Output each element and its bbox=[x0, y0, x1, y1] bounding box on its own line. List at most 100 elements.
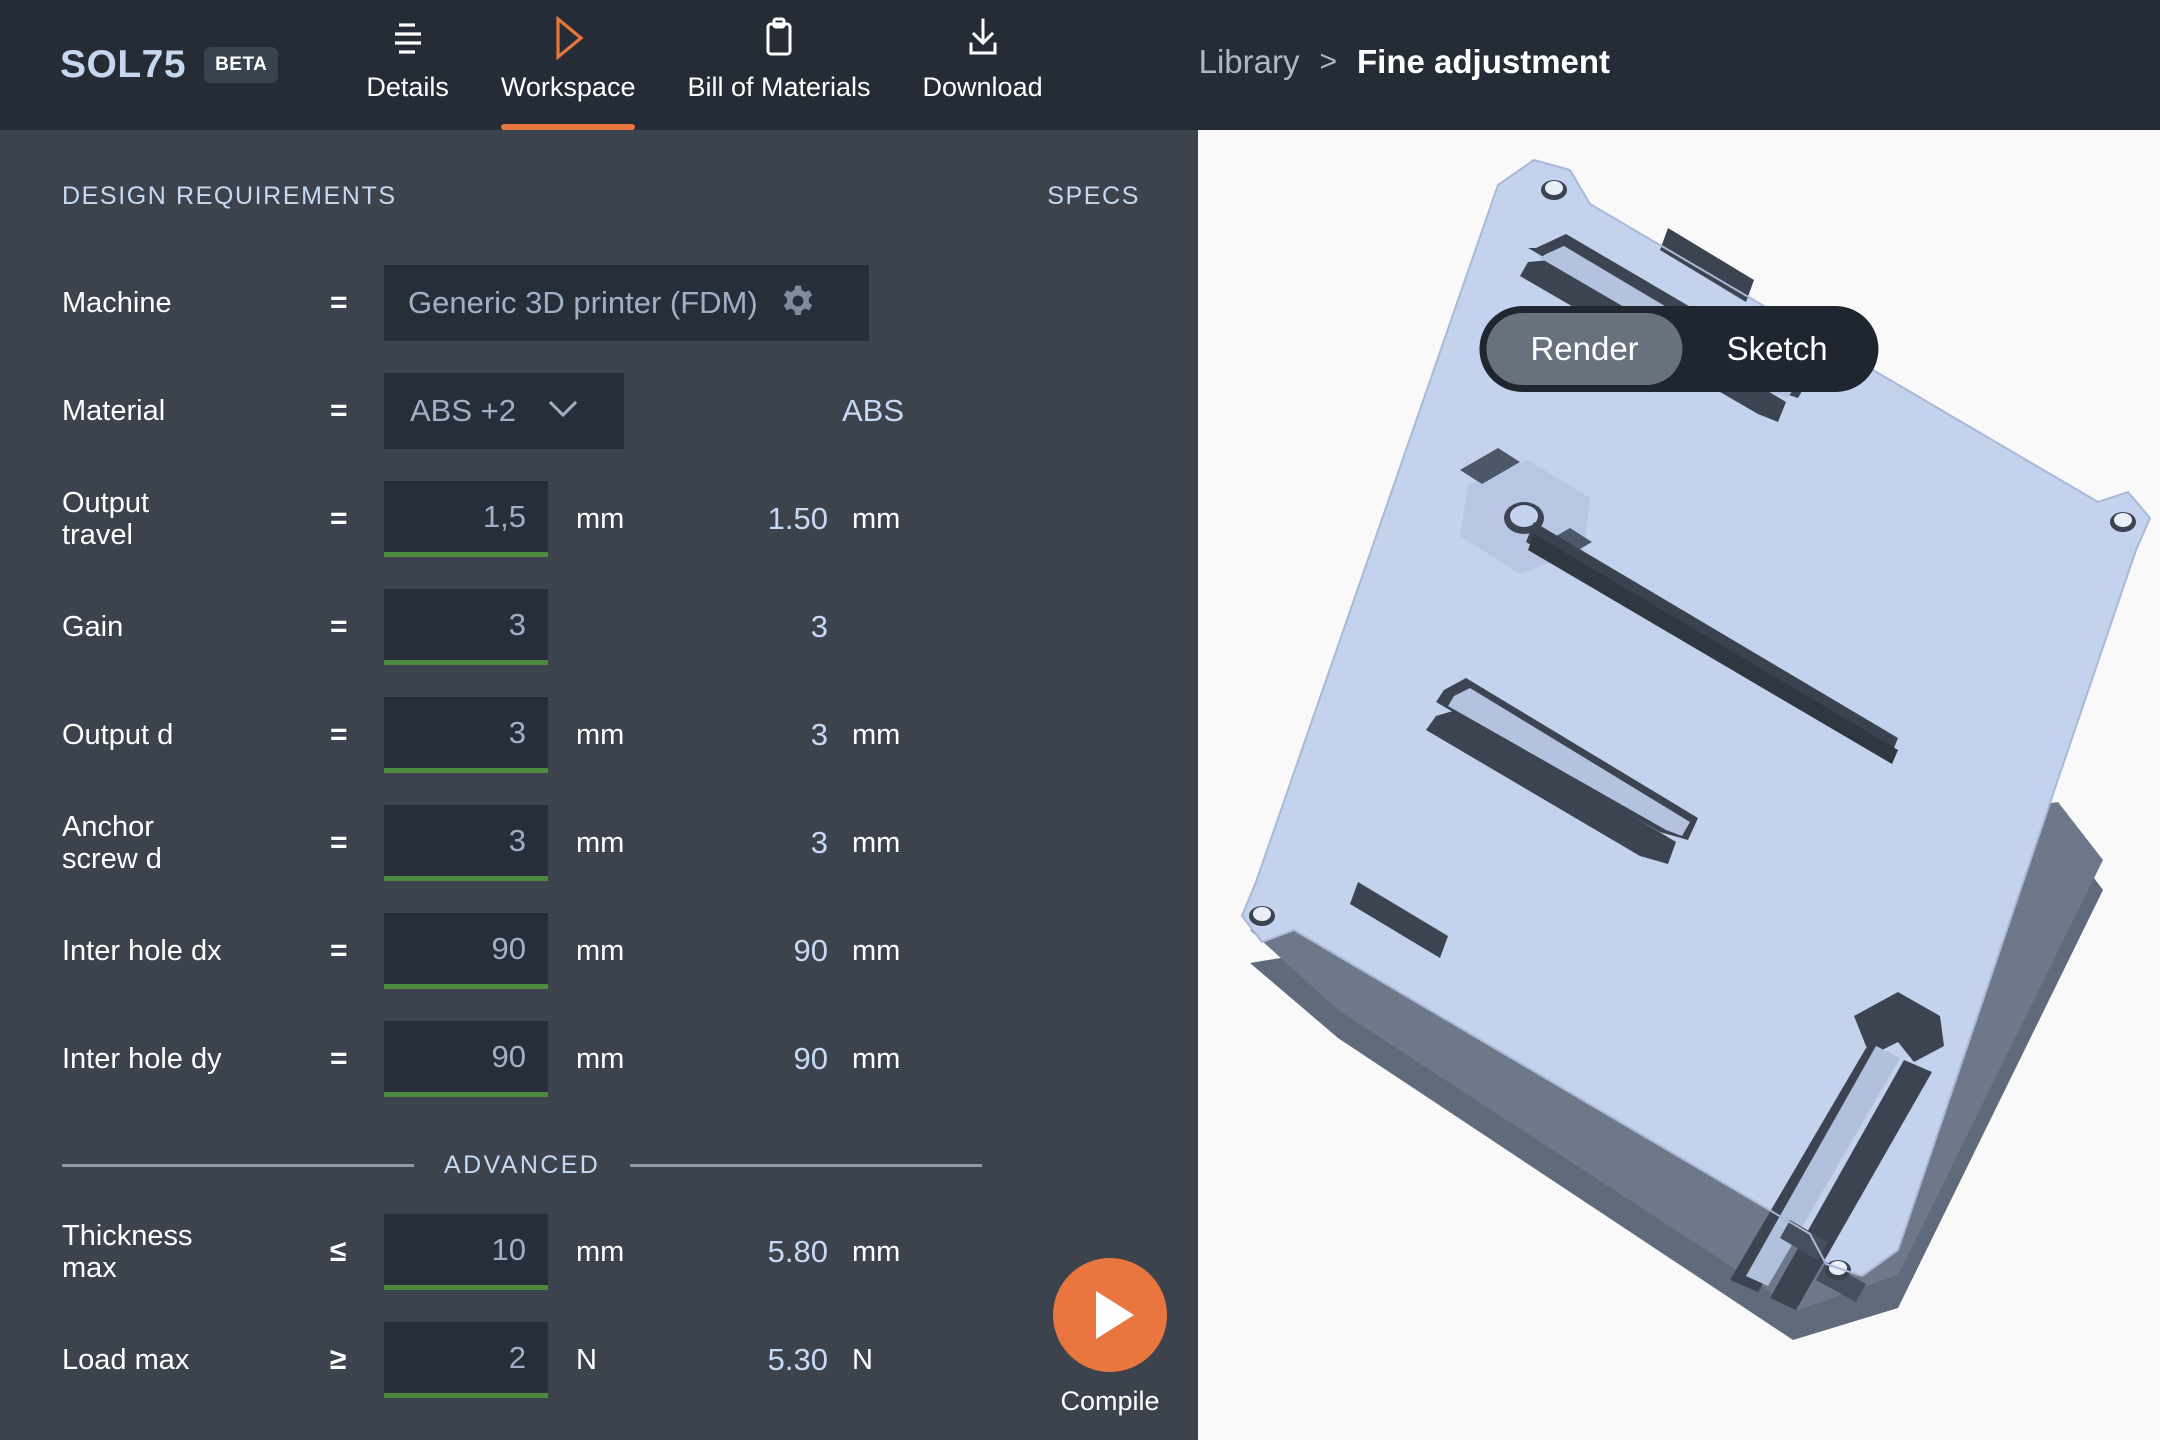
nav-item-bill-of-materials[interactable]: Bill of Materials bbox=[661, 0, 896, 130]
input-gain[interactable]: 3 bbox=[384, 589, 548, 665]
toggle-option-render[interactable]: Render bbox=[1486, 313, 1683, 385]
brand[interactable]: SOL75 BETA bbox=[60, 43, 279, 87]
nav-label-bill-of-materials: Bill of Materials bbox=[687, 72, 871, 102]
value-gain: 3 bbox=[508, 606, 526, 642]
advanced-section-divider: ADVANCED bbox=[0, 1113, 1198, 1198]
row-inter-hole-dx: Inter hole dx = 90 mm 90 mm bbox=[62, 897, 1198, 1005]
play-triangle bbox=[1095, 1291, 1134, 1339]
download-icon bbox=[963, 16, 1003, 60]
nav-label-details: Details bbox=[366, 72, 449, 102]
value-output-d: 3 bbox=[508, 714, 526, 750]
label-output-travel: Output travel bbox=[62, 486, 150, 551]
operator-material: = bbox=[330, 394, 348, 427]
spec-unit-thickness-max: mm bbox=[852, 1235, 901, 1268]
unit-output-travel: mm bbox=[576, 502, 625, 535]
row-output-d: Output d = 3 mm 3 mm bbox=[62, 681, 1198, 789]
row-inter-hole-dy: Inter hole dy = 90 mm 90 mm bbox=[62, 1005, 1198, 1113]
nav-item-download[interactable]: Download bbox=[897, 0, 1069, 130]
value-inter-hole-dy: 90 bbox=[491, 1038, 526, 1074]
panel-column-headers: DESIGN REQUIREMENTS SPECS bbox=[0, 130, 1198, 211]
main-nav: Details Workspace Bill of Materials Down… bbox=[340, 0, 1068, 130]
breadcrumb: Library > Fine adjustment bbox=[1199, 43, 1610, 87]
spec-unit-inter-hole-dx: mm bbox=[852, 934, 901, 967]
spec-load-max: 5.30 bbox=[767, 1342, 828, 1377]
spec-gain: 3 bbox=[810, 609, 828, 644]
model-viewer-panel: Render Sketch bbox=[1198, 130, 2160, 1440]
input-thickness-max[interactable]: 10 bbox=[384, 1214, 548, 1290]
input-anchor-screw-d[interactable]: 3 bbox=[384, 805, 548, 881]
compile-label: Compile bbox=[1060, 1386, 1160, 1416]
app-logo: SOL75 bbox=[60, 43, 187, 86]
top-navigation-bar: SOL75 BETA Details Workspace Bill of Mat… bbox=[0, 0, 2160, 130]
breadcrumb-separator-icon: > bbox=[1319, 45, 1338, 78]
input-inter-hole-dy[interactable]: 90 bbox=[384, 1021, 548, 1097]
value-thickness-max: 10 bbox=[491, 1231, 526, 1267]
chevron-down-icon[interactable] bbox=[546, 397, 580, 426]
nav-label-download: Download bbox=[922, 72, 1043, 102]
divider-line-left bbox=[62, 1164, 414, 1167]
heading-specs: SPECS bbox=[1047, 182, 1140, 210]
spec-unit-inter-hole-dy: mm bbox=[852, 1042, 901, 1075]
row-output-travel: Output travel = 1,5 mm 1.50 mm bbox=[62, 465, 1198, 573]
compile-button[interactable]: Compile bbox=[1022, 1258, 1198, 1417]
spec-thickness-max: 5.80 bbox=[767, 1234, 828, 1269]
unit-material bbox=[624, 395, 774, 428]
design-requirements-panel: DESIGN REQUIREMENTS SPECS Machine = Gene… bbox=[0, 130, 1198, 1440]
input-output-travel[interactable]: 1,5 bbox=[384, 481, 548, 557]
unit-load-max: N bbox=[576, 1343, 597, 1376]
beta-badge: BETA bbox=[204, 47, 279, 83]
breadcrumb-link-library[interactable]: Library bbox=[1199, 43, 1300, 81]
row-machine: Machine = Generic 3D printer (FDM) bbox=[62, 249, 1198, 357]
advanced-label: ADVANCED bbox=[444, 1151, 601, 1179]
list-icon bbox=[388, 16, 428, 60]
spec-unit-output-d: mm bbox=[852, 718, 901, 751]
operator-gain: = bbox=[330, 610, 348, 643]
spec-output-travel: 1.50 bbox=[767, 501, 828, 536]
nav-item-details[interactable]: Details bbox=[340, 0, 475, 130]
unit-output-d: mm bbox=[576, 718, 625, 751]
value-load-max: 2 bbox=[508, 1339, 526, 1375]
toggle-option-sketch[interactable]: Sketch bbox=[1683, 313, 1872, 385]
body-split: DESIGN REQUIREMENTS SPECS Machine = Gene… bbox=[0, 130, 2160, 1440]
spec-unit-anchor-screw-d: mm bbox=[852, 826, 901, 859]
spec-output-d: 3 bbox=[810, 717, 828, 752]
spec-anchor-screw-d: 3 bbox=[810, 825, 828, 860]
heading-design-requirements: DESIGN REQUIREMENTS bbox=[62, 182, 397, 210]
input-load-max[interactable]: 2 bbox=[384, 1322, 548, 1398]
label-inter-hole-dy: Inter hole dy bbox=[62, 1042, 222, 1075]
row-material: Material = ABS +2 ABS bbox=[62, 357, 1198, 465]
row-anchor-screw-d: Anchor screw d = 3 mm 3 mm bbox=[62, 789, 1198, 897]
unit-inter-hole-dy: mm bbox=[576, 1042, 625, 1075]
input-output-d[interactable]: 3 bbox=[384, 697, 548, 773]
label-inter-hole-dx: Inter hole dx bbox=[62, 934, 222, 967]
value-inter-hole-dx: 90 bbox=[491, 930, 526, 966]
material-value: ABS +2 bbox=[410, 393, 516, 428]
label-load-max: Load max bbox=[62, 1343, 190, 1376]
label-output-d: Output d bbox=[62, 718, 174, 751]
label-anchor-screw-d: Anchor screw d bbox=[62, 810, 162, 875]
spec-material: ABS bbox=[841, 393, 904, 428]
material-dropdown[interactable]: ABS +2 bbox=[384, 373, 624, 449]
machine-select[interactable]: Generic 3D printer (FDM) bbox=[384, 265, 869, 341]
label-gain: Gain bbox=[62, 610, 124, 643]
requirement-rows: Machine = Generic 3D printer (FDM) Mater… bbox=[0, 211, 1198, 1414]
play-icon[interactable] bbox=[1053, 1258, 1167, 1372]
operator-inter-hole-dy: = bbox=[330, 1042, 348, 1075]
operator-machine: = bbox=[330, 286, 348, 319]
row-gain: Gain = 3 3 bbox=[62, 573, 1198, 681]
nav-item-workspace[interactable]: Workspace bbox=[475, 0, 662, 130]
machine-value: Generic 3D printer (FDM) bbox=[408, 285, 758, 320]
app-root: SOL75 BETA Details Workspace Bill of Mat… bbox=[0, 0, 2160, 1440]
gear-icon[interactable] bbox=[780, 283, 816, 324]
value-anchor-screw-d: 3 bbox=[508, 822, 526, 858]
unit-machine bbox=[869, 287, 1019, 320]
operator-inter-hole-dx: = bbox=[330, 934, 348, 967]
render-sketch-toggle: Render Sketch bbox=[1479, 306, 1879, 392]
operator-output-d: = bbox=[330, 718, 348, 751]
divider-line-right bbox=[630, 1164, 983, 1167]
input-inter-hole-dx[interactable]: 90 bbox=[384, 913, 548, 989]
spec-unit-output-travel: mm bbox=[852, 502, 901, 535]
nav-label-workspace: Workspace bbox=[500, 72, 636, 102]
play-triangle-icon bbox=[548, 16, 588, 60]
value-output-travel: 1,5 bbox=[482, 498, 526, 534]
